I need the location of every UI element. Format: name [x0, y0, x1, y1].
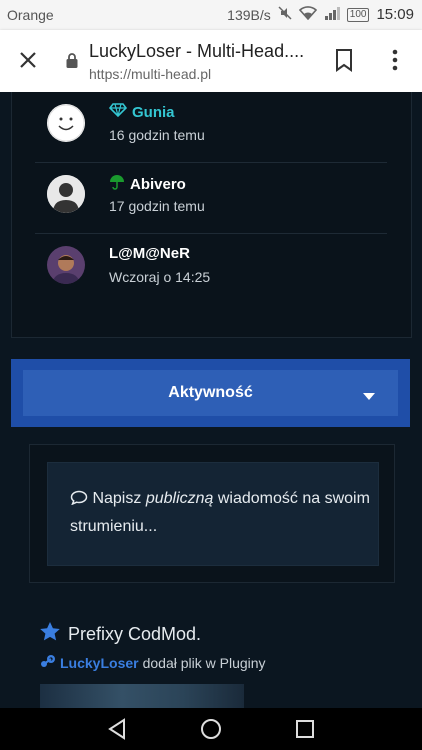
bookmark-icon[interactable] [333, 48, 355, 72]
clock: 15:09 [376, 6, 414, 23]
steam-icon [40, 654, 56, 671]
user-name-row[interactable]: L@M@NeR [109, 245, 190, 262]
avatar[interactable] [47, 175, 85, 213]
user-name[interactable]: Gunia [132, 104, 175, 121]
back-icon[interactable] [106, 717, 128, 746]
feed-title-text[interactable]: Prefixy CodMod. [68, 624, 201, 645]
wifi-icon [298, 6, 317, 23]
feed-action: dodał plik w Pluginy [142, 654, 266, 671]
avatar[interactable] [47, 104, 85, 142]
activity-bar: Aktywność [11, 359, 410, 427]
umbrella-icon [109, 174, 125, 194]
user-name[interactable]: Abivero [130, 176, 186, 193]
feed-item-title[interactable]: Prefixy CodMod. [40, 622, 201, 646]
user-name-row[interactable]: Abivero [109, 174, 186, 194]
user-name[interactable]: L@M@NeR [109, 245, 190, 262]
carrier-label: Orange [7, 7, 54, 23]
status-update-input[interactable]: Napisz publiczną wiadomość na swoim stru… [47, 462, 379, 566]
android-status-bar: Orange 139B/s 100 15:09 [0, 0, 422, 30]
star-icon [40, 622, 60, 646]
battery-icon: 100 [346, 7, 370, 22]
close-icon[interactable] [16, 48, 40, 72]
page-url[interactable]: https://multi-head.pl [89, 66, 211, 82]
caret-down-icon [363, 393, 375, 400]
network-speed: 139B/s [227, 6, 271, 23]
home-icon[interactable] [199, 717, 223, 746]
comment-icon [70, 490, 88, 506]
page-content: Gunia 16 godzin temu Abivero 17 godzin t… [0, 92, 422, 708]
feed-author-link[interactable]: LuckyLoser [60, 655, 139, 671]
activity-label: Aktywność [168, 384, 253, 401]
more-menu-icon[interactable] [384, 48, 406, 72]
placeholder-prefix: Napisz [92, 490, 146, 507]
status-update-container: Napisz publiczną wiadomość na swoim stru… [29, 444, 395, 583]
last-seen: 17 godzin temu [109, 198, 205, 214]
diamond-icon [108, 103, 128, 121]
user-name-row[interactable]: Gunia [108, 103, 175, 121]
activity-dropdown[interactable]: Aktywność [23, 370, 398, 416]
android-nav-bar [0, 708, 422, 750]
avatar[interactable] [47, 246, 85, 284]
signal-icon [324, 6, 340, 23]
online-user-row[interactable]: L@M@NeR Wczoraj o 14:25 [35, 234, 387, 304]
placeholder-emphasis: publiczną [145, 490, 214, 507]
browser-toolbar: LuckyLoser - Multi-Head.... https://mult… [0, 30, 422, 92]
online-user-row[interactable]: Abivero 17 godzin temu [35, 163, 387, 234]
online-user-row[interactable]: Gunia 16 godzin temu [35, 92, 387, 163]
last-seen: Wczoraj o 14:25 [109, 269, 211, 285]
lock-icon [66, 52, 78, 68]
last-seen: 16 godzin temu [109, 127, 205, 143]
feed-item-meta: LuckyLoser dodał plik w Pluginy [40, 654, 266, 671]
recents-icon[interactable] [294, 717, 316, 746]
status-update-placeholder[interactable]: Napisz publiczną wiadomość na swoim stru… [70, 485, 370, 541]
mute-icon [278, 6, 292, 23]
page-title[interactable]: LuckyLoser - Multi-Head.... [89, 41, 311, 62]
status-icons: 139B/s 100 15:09 [227, 6, 414, 23]
feed-thumbnail[interactable] [40, 684, 244, 708]
